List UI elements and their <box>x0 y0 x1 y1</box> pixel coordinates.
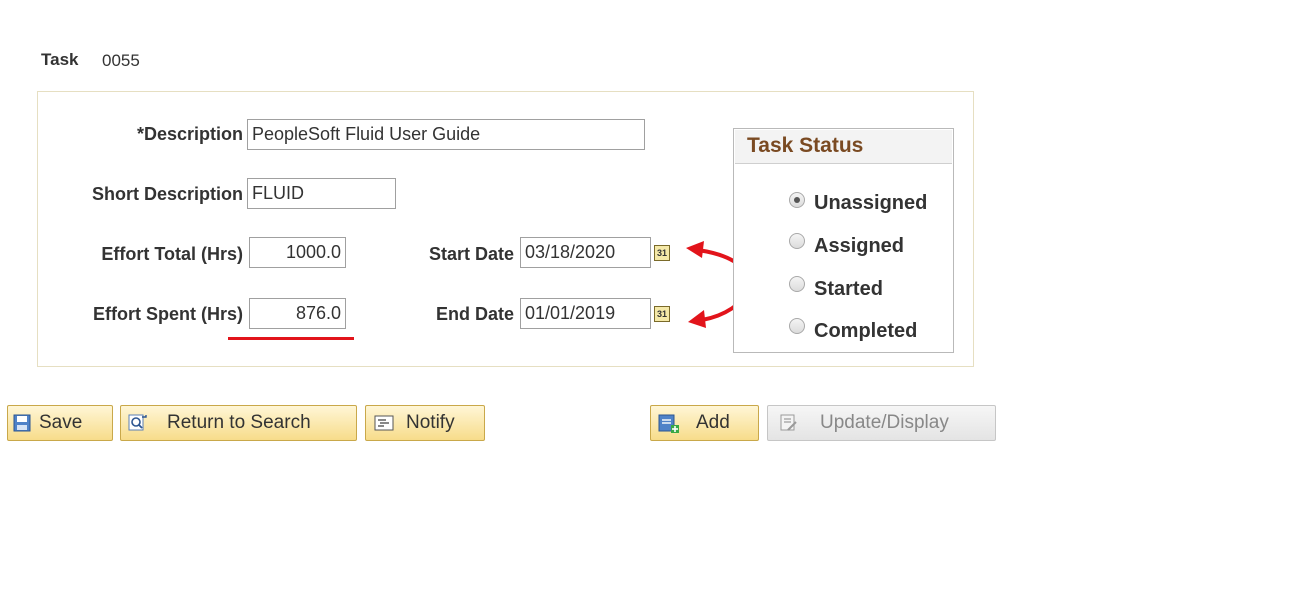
annotation-underline <box>228 337 354 340</box>
add-icon <box>658 414 679 433</box>
notify-label: Notify <box>406 412 455 433</box>
effort-spent-field[interactable]: 876.0 <box>249 298 346 329</box>
radio-assigned[interactable] <box>789 233 805 249</box>
task-label: Task <box>41 50 79 69</box>
start-date-field[interactable]: 03/18/2020 <box>520 237 651 268</box>
radio-unassigned[interactable] <box>789 192 805 208</box>
notify-icon <box>374 415 394 431</box>
return-to-search-button[interactable]: Return to Search <box>120 405 357 441</box>
return-to-search-label: Return to Search <box>167 412 311 433</box>
notify-button[interactable]: Notify <box>365 405 485 441</box>
radio-label-completed: Completed <box>814 320 918 342</box>
save-icon <box>13 414 31 432</box>
task-value: 0055 <box>102 51 140 70</box>
task-status-title: Task Status <box>735 130 952 164</box>
task-status-group: Task Status Unassigned Assigned Started … <box>733 128 954 353</box>
short-description-field[interactable]: FLUID <box>247 178 396 209</box>
radio-label-unassigned: Unassigned <box>814 192 928 214</box>
add-label: Add <box>696 412 730 433</box>
short-description-label: Short Description <box>91 184 243 204</box>
calendar-icon[interactable]: 31 <box>654 245 670 261</box>
end-date-field[interactable]: 01/01/2019 <box>520 298 651 329</box>
radio-label-started: Started <box>814 278 883 300</box>
radio-started[interactable] <box>789 276 805 292</box>
search-icon <box>128 414 147 431</box>
save-button[interactable]: Save <box>7 405 113 441</box>
effort-total-label: Effort Total (Hrs) <box>101 244 243 264</box>
description-label: *Description <box>136 124 243 144</box>
radio-completed[interactable] <box>789 318 805 334</box>
calendar-icon[interactable]: 31 <box>654 306 670 322</box>
effort-spent-label: Effort Spent (Hrs) <box>93 304 243 324</box>
add-button[interactable]: Add <box>650 405 759 441</box>
update-display-label: Update/Display <box>820 412 949 433</box>
start-date-label: Start Date <box>428 244 514 264</box>
description-field[interactable]: PeopleSoft Fluid User Guide <box>247 119 645 150</box>
end-date-label: End Date <box>435 304 514 324</box>
radio-label-assigned: Assigned <box>814 235 905 257</box>
update-display-button[interactable]: Update/Display <box>767 405 996 441</box>
effort-total-field[interactable]: 1000.0 <box>249 237 346 268</box>
save-label: Save <box>39 412 83 433</box>
update-icon <box>780 414 797 431</box>
